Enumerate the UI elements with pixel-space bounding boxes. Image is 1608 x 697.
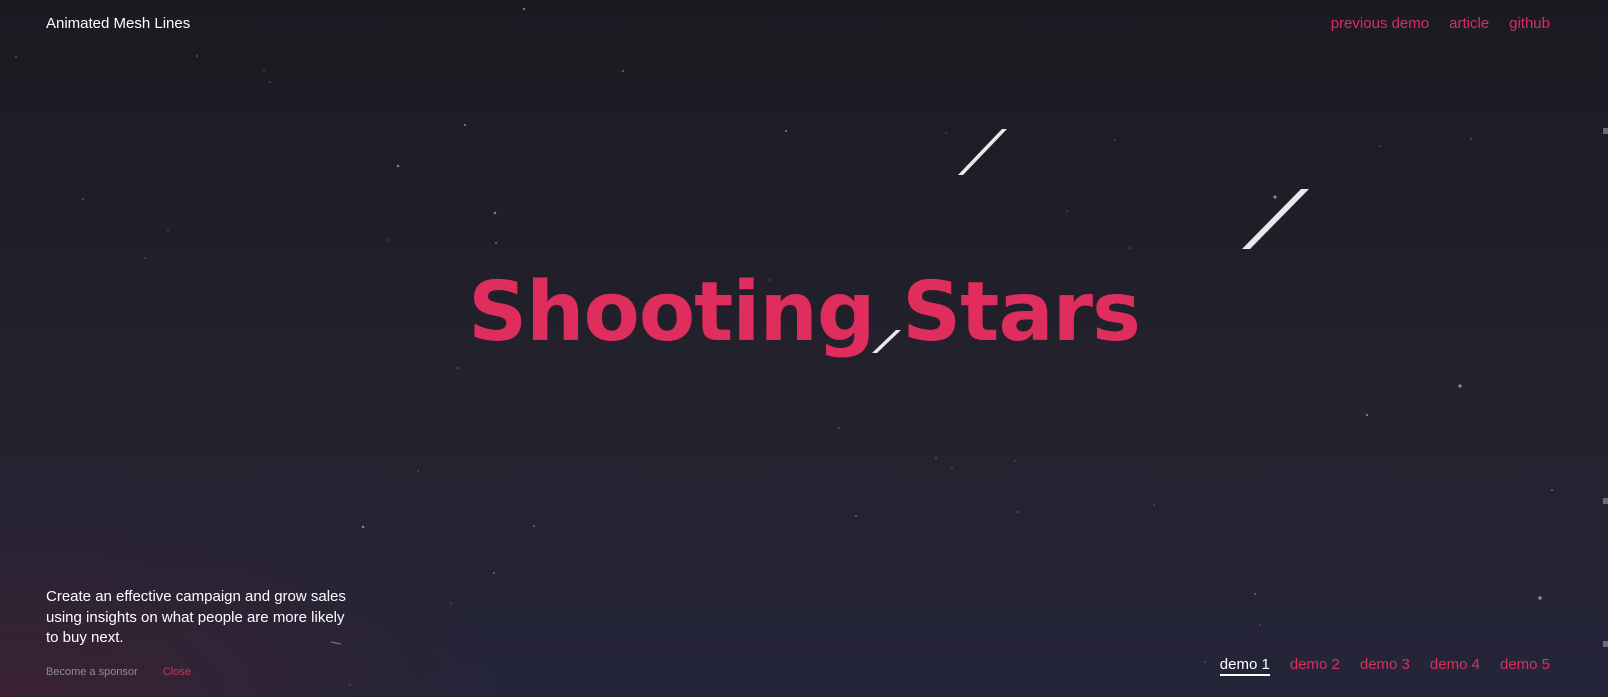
star-dot	[532, 524, 536, 528]
star-dot	[522, 7, 526, 11]
hero-title: Shooting Stars	[468, 265, 1141, 360]
star-dot	[1114, 139, 1116, 141]
top-nav: previous demo article github	[1331, 15, 1550, 32]
star-dot	[396, 164, 400, 168]
star-dot	[1365, 413, 1369, 417]
star-dot	[1153, 504, 1155, 506]
star-dot	[450, 602, 452, 604]
sponsor-links: Become a sponsor Close	[46, 666, 346, 678]
star-dot	[1537, 595, 1543, 601]
star-dot	[1550, 488, 1554, 492]
star-dot	[361, 525, 365, 529]
scrollbar-tick	[1603, 128, 1608, 134]
demo-2-link[interactable]: demo 2	[1290, 656, 1340, 676]
star-dot	[167, 229, 169, 231]
demo-3-link[interactable]: demo 3	[1360, 656, 1410, 676]
star-dot	[1379, 145, 1381, 147]
shooting-stars	[330, 129, 1309, 645]
nav-previous-demo-link[interactable]: previous demo	[1331, 15, 1429, 32]
star-dot	[854, 514, 858, 518]
demo-nav: demo 1 demo 2 demo 3 demo 4 demo 5	[1219, 656, 1550, 676]
star-dot	[269, 81, 271, 83]
demo-1-link[interactable]: demo 1	[1219, 656, 1270, 676]
shooting-star	[958, 129, 1007, 175]
star-dot	[492, 571, 496, 575]
star-dot	[1457, 383, 1463, 389]
star-dot	[417, 470, 419, 472]
site-title: Animated Mesh Lines	[46, 15, 191, 32]
star-dot	[1066, 210, 1068, 212]
star-dot	[621, 69, 625, 73]
star-dot	[263, 69, 265, 71]
star-dot	[935, 457, 937, 459]
nav-article-link[interactable]: article	[1449, 15, 1489, 32]
sponsor-text: Create an effective campaign and grow sa…	[46, 588, 346, 646]
demo-5-link[interactable]: demo 5	[1500, 656, 1550, 676]
scrollbar-tick	[1603, 498, 1608, 504]
star-dot	[349, 684, 351, 686]
star-dot	[951, 467, 953, 469]
star-dot	[1204, 661, 1206, 663]
star-dot	[1470, 138, 1472, 140]
star-dot	[493, 211, 497, 215]
star-dot	[1253, 592, 1257, 596]
star-dot	[1014, 460, 1016, 462]
become-sponsor-link[interactable]: Become a sponsor	[46, 666, 138, 678]
star-dot	[82, 198, 84, 200]
star-dot	[784, 129, 788, 133]
star-dot	[494, 241, 498, 245]
star-dot	[196, 55, 198, 57]
star-dot	[838, 427, 840, 429]
star-dot	[463, 123, 467, 127]
star-dot	[15, 56, 17, 58]
sponsor-box: Create an effective campaign and grow sa…	[46, 587, 346, 678]
star-dot	[457, 367, 459, 369]
star-dot	[144, 257, 146, 259]
demo-4-link[interactable]: demo 4	[1430, 656, 1480, 676]
star-dot	[1259, 624, 1261, 626]
star-dot	[1273, 195, 1277, 199]
star-dot	[945, 132, 947, 134]
close-sponsor-link[interactable]: Close	[163, 666, 191, 678]
star-dot	[1129, 247, 1131, 249]
star-dot	[1017, 511, 1019, 513]
nav-github-link[interactable]: github	[1509, 15, 1550, 32]
scrollbar[interactable]	[1602, 0, 1608, 697]
scrollbar-tick	[1603, 641, 1608, 647]
star-dot	[386, 239, 388, 241]
